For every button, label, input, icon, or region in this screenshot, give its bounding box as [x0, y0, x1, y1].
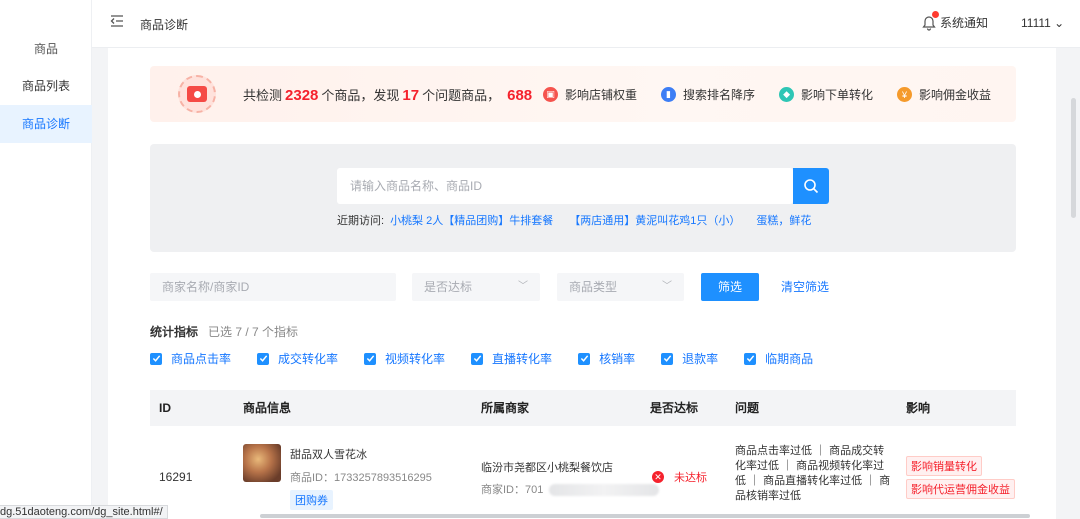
sidebar: 商品 商品列表 商品诊断	[0, 0, 92, 519]
recent-link[interactable]: 小桃梨 2人【精品团购】牛排套餐	[390, 215, 553, 227]
system-notification[interactable]: 系统通知	[922, 10, 989, 31]
merchant-name: 临汾市尧都区小桃梨餐饮店	[481, 462, 613, 474]
recent-link[interactable]: 蛋糕，鲜花	[756, 215, 811, 227]
chevron-down-icon: ﹀	[662, 281, 672, 292]
metric-checkbox[interactable]: 视频转化率	[364, 350, 445, 367]
checkbox-checked-icon	[471, 352, 484, 365]
filter-button[interactable]: 筛选	[701, 273, 759, 301]
clear-filter-button[interactable]: 清空筛选	[781, 273, 829, 301]
impact-commission: ¥ 影响佣金收益	[897, 86, 991, 103]
store-icon: ▣	[543, 87, 558, 102]
table-header: ID 商品信息 所属商家 是否达标 问题 影响	[150, 390, 1016, 426]
row-id: 16291	[159, 470, 193, 484]
impact-order-conversion: ◆ 影响下单转化	[779, 86, 873, 103]
issue-count: 17	[402, 87, 420, 104]
issue-text: 商品点击率过低 ｜ 商品成交转化率过低 ｜ 商品视频转化率过低 ｜ 商品直播转化…	[735, 445, 891, 502]
metric-checkbox[interactable]: 核销率	[578, 350, 635, 367]
notification-dot	[932, 10, 939, 18]
metrics-selected-count: 已选 7 / 7 个指标	[208, 325, 299, 339]
sidebar-item-product-list[interactable]: 商品列表	[0, 67, 92, 105]
recent-visits: 近期访问: 小桃梨 2人【精品团购】牛排套餐 【两店通用】黄泥叫花鸡1只（小） 蛋糕，…	[337, 215, 812, 227]
checkbox-checked-icon	[578, 352, 591, 365]
summary-text: 共检测 2328 个商品，发现 17 个问题商品， 688	[243, 85, 535, 104]
metrics-title: 统计指标 已选 7 / 7 个指标	[150, 325, 299, 339]
checkbox-checked-icon	[661, 352, 674, 365]
merchant-filter-input[interactable]: 商家名称/商家ID	[150, 273, 396, 301]
horizontal-scrollbar[interactable]	[260, 514, 1030, 518]
coin-icon: ¥	[897, 87, 913, 102]
metric-checkbox[interactable]: 临期商品	[744, 350, 813, 367]
redacted-blur	[549, 484, 660, 497]
column-header: 所属商家	[481, 401, 530, 415]
checkbox-checked-icon	[364, 352, 377, 365]
merchant-id: 商家ID：701	[481, 481, 660, 497]
main-panel: 共检测 2328 个商品，发现 17 个问题商品， 688 ▣ 影响店铺权重 ▮ 搜索排名降序…	[108, 48, 1056, 519]
bar-chart-icon: ▮	[661, 87, 677, 102]
metrics-checkbox-list: 商品点击率 成交转化率 视频转化率 直播转化率 核销率 退款率 临期商品	[150, 350, 839, 367]
standard-select[interactable]: 是否达标 ﹀	[412, 273, 540, 301]
impact-tag: 影响代运营佣金收益	[906, 479, 1015, 499]
column-header: ID	[159, 401, 171, 415]
standard-status: ✕ 未达标	[652, 469, 707, 485]
product-id: 商品ID：1733257893516295	[290, 472, 432, 484]
product-type-select[interactable]: 商品类型 ﹀	[557, 273, 684, 301]
checkbox-checked-icon	[744, 352, 757, 365]
recent-link[interactable]: 【两店通用】黄泥叫花鸡1只（小）	[569, 215, 740, 227]
vertical-scrollbar[interactable]	[1071, 98, 1076, 218]
impact-list: ▣ 影响店铺权重 ▮ 搜索排名降序 ◆ 影响下单转化 ¥ 影响佣金收益	[543, 86, 1015, 103]
table-row[interactable]: 16291 甜品双人雪花冰 商品ID：1733257893516295 团购券 …	[150, 434, 1016, 519]
chevron-down-icon: ﹀	[518, 281, 528, 292]
search-area: 近期访问:小桃梨 2人【精品团购】牛排套餐【两店通用】黄泥叫花鸡1只（小）蛋糕，…	[150, 144, 1016, 252]
search-icon	[804, 179, 819, 194]
metric-checkbox[interactable]: 直播转化率	[471, 350, 552, 367]
search-box	[337, 168, 793, 204]
total-count: 2328	[285, 87, 319, 104]
column-header: 问题	[735, 401, 760, 415]
checkbox-checked-icon	[257, 352, 270, 365]
impact-store-weight: ▣ 影响店铺权重	[543, 86, 637, 103]
column-header: 影响	[906, 401, 931, 415]
column-header: 是否达标	[650, 401, 699, 415]
product-type-tag: 团购券	[290, 490, 333, 510]
product-name: 甜品双人雪花冰	[290, 449, 367, 461]
product-thumbnail	[243, 444, 281, 482]
metric-checkbox[interactable]: 成交转化率	[257, 350, 338, 367]
user-menu[interactable]: 11111 ⌄	[1021, 16, 1064, 30]
close-circle-icon: ✕	[652, 471, 664, 483]
column-header: 商品信息	[243, 401, 292, 415]
search-button[interactable]	[793, 168, 829, 204]
diagnosis-summary-banner: 共检测 2328 个商品，发现 17 个问题商品， 688 ▣ 影响店铺权重 ▮ 搜索排名降序…	[150, 66, 1016, 122]
top-header: 商品诊断 系统通知 11111 ⌄	[92, 0, 1080, 48]
breadcrumb: 商品诊断	[140, 18, 189, 32]
search-input[interactable]	[337, 168, 793, 204]
checkbox-checked-icon	[150, 352, 162, 365]
extra-count: 688	[507, 87, 533, 104]
filter-row: 商家名称/商家ID 是否达标 ﹀ 商品类型 ﹀ 筛选 清空筛选	[150, 273, 1016, 301]
impact-search-rank: ▮ 搜索排名降序	[661, 86, 755, 103]
menu-fold-icon[interactable]	[110, 14, 124, 30]
metric-checkbox[interactable]: 退款率	[661, 350, 718, 367]
camera-icon	[178, 75, 216, 113]
sidebar-group-title: 商品	[33, 42, 58, 56]
cart-icon: ◆	[779, 87, 795, 102]
notification-label: 系统通知	[940, 16, 989, 30]
impact-tag: 影响销量转化	[906, 456, 982, 476]
bell-icon	[922, 10, 939, 31]
sidebar-item-product-diagnosis[interactable]: 商品诊断	[0, 105, 92, 143]
metric-checkbox[interactable]: 商品点击率	[150, 350, 231, 367]
browser-status-url: dg.51daoteng.com/dg_site.html#/	[0, 505, 168, 519]
